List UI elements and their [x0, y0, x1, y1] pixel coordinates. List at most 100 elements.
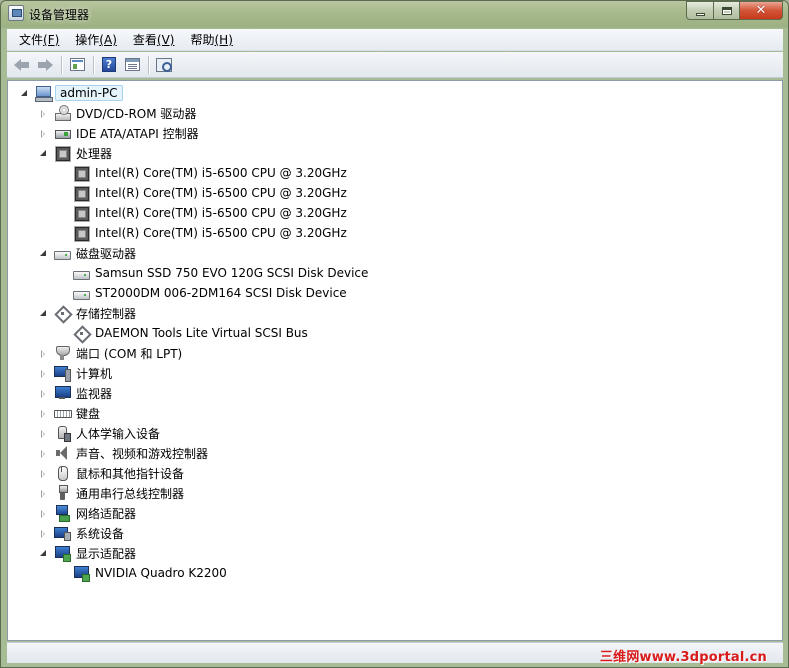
tree-category[interactable]: IDE ATA/ATAPI 控制器 — [39, 123, 201, 143]
collapse-arrow-icon[interactable] — [20, 89, 29, 98]
processor-icon — [73, 185, 89, 201]
tree-device[interactable]: ST2000DM 006-2DM164 SCSI Disk Device — [58, 283, 349, 303]
collapse-arrow-icon[interactable] — [39, 249, 48, 258]
disk-drive-icon — [73, 285, 90, 301]
tree-category[interactable]: 通用串行总线控制器 — [39, 483, 186, 503]
tree-item-label: Intel(R) Core(TM) i5-6500 CPU @ 3.20GHz — [95, 166, 347, 180]
menu-file[interactable]: 文件(F) — [11, 29, 67, 50]
tree-item-label: 存储控制器 — [76, 306, 137, 321]
tree-category[interactable]: DVD/CD-ROM 驱动器 — [39, 103, 198, 123]
tree-category[interactable]: 磁盘驱动器 — [39, 243, 138, 263]
tree-item-label: ST2000DM 006-2DM164 SCSI Disk Device — [95, 286, 347, 300]
status-bar: 三维网www.3dportal.cn — [7, 642, 783, 665]
tree-item-label: 处理器 — [76, 146, 113, 161]
expand-arrow-icon[interactable] — [39, 109, 48, 118]
tree-item-label: NVIDIA Quadro K2200 — [95, 566, 227, 580]
collapse-arrow-icon[interactable] — [39, 549, 48, 558]
scan-hardware-icon — [156, 57, 172, 72]
tree-item-label: IDE ATA/ATAPI 控制器 — [76, 126, 199, 141]
arrow-right-icon — [37, 58, 53, 71]
tree-category[interactable]: 存储控制器 — [39, 303, 138, 323]
menu-help[interactable]: 帮助(H) — [182, 29, 240, 50]
maximize-button[interactable] — [713, 1, 739, 20]
tree-device[interactable]: NVIDIA Quadro K2200 — [58, 563, 229, 583]
tree-item-label: 网络适配器 — [76, 506, 137, 521]
minimize-icon — [695, 12, 705, 16]
computer-root-icon — [35, 85, 53, 102]
toolbar: ? — [7, 52, 783, 78]
menu-action[interactable]: 操作(A) — [67, 29, 125, 50]
tree-item-label: DAEMON Tools Lite Virtual SCSI Bus — [95, 326, 308, 340]
tree-item-label: Intel(R) Core(TM) i5-6500 CPU @ 3.20GHz — [95, 226, 347, 240]
arrow-left-icon — [14, 58, 30, 71]
expand-arrow-icon[interactable] — [39, 389, 48, 398]
tree-item-label: 人体学输入设备 — [76, 426, 161, 441]
back-button[interactable] — [11, 55, 33, 75]
tree-device[interactable]: Intel(R) Core(TM) i5-6500 CPU @ 3.20GHz — [58, 203, 349, 223]
port-icon — [54, 345, 70, 361]
tree-device[interactable]: Intel(R) Core(TM) i5-6500 CPU @ 3.20GHz — [58, 223, 349, 243]
tree-device[interactable]: Samsun SSD 750 EVO 120G SCSI Disk Device — [58, 263, 370, 283]
tree-category[interactable]: 声音、视频和游戏控制器 — [39, 443, 210, 463]
expand-arrow-icon[interactable] — [39, 409, 48, 418]
tree-category[interactable]: 监视器 — [39, 383, 114, 403]
menu-help-mnemonic: (H) — [214, 33, 233, 47]
expand-arrow-icon[interactable] — [39, 489, 48, 498]
help-icon: ? — [102, 57, 116, 72]
tree-category[interactable]: 系统设备 — [39, 523, 126, 543]
menu-file-mnemonic: (F) — [43, 33, 60, 47]
tree-item-label: 系统设备 — [76, 526, 125, 541]
view-button[interactable] — [121, 55, 143, 75]
storage-controller-icon — [54, 305, 70, 321]
menu-view-label: 查看 — [132, 33, 157, 47]
tree-category[interactable]: 网络适配器 — [39, 503, 138, 523]
tree-item-label: 鼠标和其他指针设备 — [76, 466, 185, 481]
expand-arrow-icon[interactable] — [39, 469, 48, 478]
collapse-arrow-icon[interactable] — [39, 149, 48, 158]
tree-category[interactable]: 计算机 — [39, 363, 114, 383]
scan-hardware-button[interactable] — [153, 55, 175, 75]
tree-device[interactable]: Intel(R) Core(TM) i5-6500 CPU @ 3.20GHz — [58, 183, 349, 203]
expand-arrow-icon[interactable] — [39, 349, 48, 358]
menu-help-label: 帮助 — [190, 33, 215, 47]
tree-item-label: 显示适配器 — [76, 546, 137, 561]
expand-arrow-icon[interactable] — [39, 449, 48, 458]
tree-category[interactable]: 键盘 — [39, 403, 102, 423]
usb-icon — [54, 485, 70, 501]
close-button[interactable]: ✕ — [739, 1, 783, 20]
expand-arrow-icon[interactable] — [39, 529, 48, 538]
network-adapter-icon — [54, 505, 70, 522]
computer-icon — [54, 365, 71, 382]
expand-arrow-icon[interactable] — [39, 429, 48, 438]
tree-device[interactable]: Intel(R) Core(TM) i5-6500 CPU @ 3.20GHz — [58, 163, 349, 183]
expand-arrow-icon[interactable] — [39, 509, 48, 518]
tree-category[interactable]: 处理器 — [39, 143, 114, 163]
device-tree[interactable]: admin-PC DVD/CD-ROM 驱动器 IDE ATA/ATAPI 控制器处… — [7, 80, 783, 641]
forward-button[interactable] — [34, 55, 56, 75]
tree-item-label: DVD/CD-ROM 驱动器 — [76, 106, 197, 121]
minimize-button[interactable] — [686, 1, 713, 20]
collapse-arrow-icon[interactable] — [39, 309, 48, 318]
tree-category[interactable]: 显示适配器 — [39, 543, 138, 563]
help-button[interactable]: ? — [98, 55, 120, 75]
ide-controller-icon — [54, 125, 71, 141]
menu-file-label: 文件 — [19, 33, 44, 47]
tree-category[interactable]: 鼠标和其他指针设备 — [39, 463, 186, 483]
expand-arrow-icon[interactable] — [39, 369, 48, 378]
menu-view[interactable]: 查看(V) — [125, 29, 183, 50]
processor-icon — [73, 165, 89, 181]
tree-item-label: 磁盘驱动器 — [76, 246, 137, 261]
expand-arrow-icon[interactable] — [39, 129, 48, 138]
tree-device[interactable]: DAEMON Tools Lite Virtual SCSI Bus — [58, 323, 310, 343]
tree-item-label: 计算机 — [76, 366, 113, 381]
properties-button[interactable] — [66, 55, 88, 75]
tree-root-admin-pc[interactable]: admin-PC — [20, 83, 123, 103]
tree-category[interactable]: 人体学输入设备 — [39, 423, 162, 443]
menu-view-mnemonic: (V) — [156, 33, 175, 47]
tree-item-label: 声音、视频和游戏控制器 — [76, 446, 209, 461]
tree-category[interactable]: 端口 (COM 和 LPT) — [39, 343, 184, 363]
processor-icon — [73, 225, 89, 241]
title-bar[interactable]: 设备管理器 ✕ — [1, 1, 788, 27]
dvd-drive-icon — [54, 105, 71, 121]
display-adapter-icon — [73, 565, 90, 582]
